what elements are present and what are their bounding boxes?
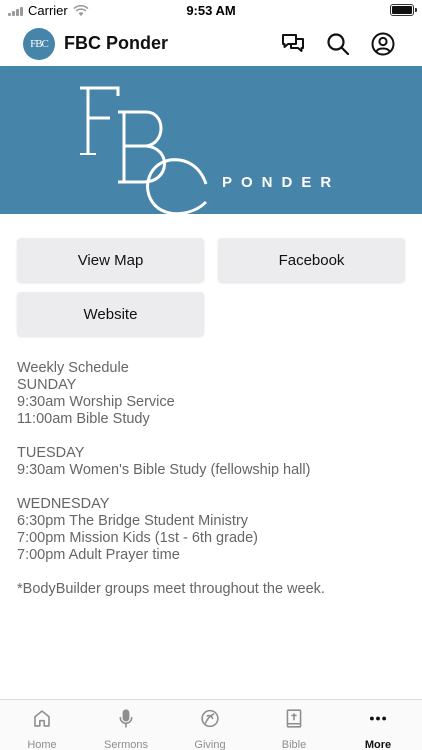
- tab-label: Bible: [281, 739, 307, 750]
- tab-label: Giving: [194, 739, 226, 750]
- home-icon: [34, 710, 50, 727]
- tab-giving[interactable]: Giving: [168, 700, 252, 750]
- tab-bible[interactable]: Bible: [252, 700, 336, 750]
- search-icon[interactable]: [325, 31, 351, 57]
- tab-home[interactable]: Home: [0, 700, 84, 750]
- app-title: FBC Ponder: [64, 33, 169, 53]
- schedule-note: *BodyBuilder groups meet throughout the …: [17, 581, 325, 597]
- bible-icon: [286, 709, 302, 728]
- schedule-item: 11:00am Bible Study: [17, 411, 150, 427]
- facebook-button[interactable]: Facebook: [218, 238, 405, 282]
- status-time: 9:53 AM: [186, 3, 236, 18]
- schedule-item: 6:30pm The Bridge Student Ministry: [17, 513, 249, 529]
- banner: PONDER: [0, 66, 422, 214]
- schedule-item: 9:30am Worship Service: [17, 394, 175, 410]
- tab-bar: Home Sermons Giving Bible More: [0, 699, 422, 750]
- logo-ponder-text: PONDER: [222, 174, 340, 191]
- status-right: [390, 4, 417, 16]
- giving-icon: [201, 709, 219, 728]
- tab-label: Home: [27, 739, 57, 750]
- tab-sermons[interactable]: Sermons: [84, 700, 168, 750]
- app-avatar[interactable]: FBC: [23, 28, 55, 60]
- fbc-ponder-logo: PONDER: [80, 86, 340, 214]
- microphone-icon: [119, 709, 133, 728]
- battery-icon: [390, 4, 417, 16]
- schedule-item: 7:00pm Adult Prayer time: [17, 547, 180, 563]
- nav-bar: FBC FBC Ponder: [0, 22, 422, 66]
- more-icon: [369, 716, 387, 721]
- schedule-day-tuesday: TUESDAY: [17, 445, 85, 461]
- battery-fill: [392, 6, 412, 14]
- account-icon[interactable]: [370, 31, 396, 57]
- schedule-day-wednesday: WEDNESDAY: [17, 496, 110, 512]
- schedule-item: 9:30am Women's Bible Study (fellowship h…: [17, 462, 311, 478]
- tab-label: Sermons: [103, 739, 149, 750]
- schedule-title: Weekly Schedule: [17, 360, 129, 376]
- weekly-schedule: Weekly Schedule SUNDAY 9:30am Worship Se…: [17, 360, 412, 598]
- status-bar: Carrier 9:53 AM: [0, 0, 422, 22]
- tab-label: More: [364, 739, 392, 750]
- website-button[interactable]: Website: [17, 292, 204, 336]
- chat-icon[interactable]: [280, 31, 306, 57]
- schedule-day-sunday: SUNDAY: [17, 377, 77, 393]
- view-map-button[interactable]: View Map: [17, 238, 204, 282]
- tab-more[interactable]: More: [336, 700, 420, 750]
- schedule-item: 7:00pm Mission Kids (1st - 6th grade): [17, 530, 258, 546]
